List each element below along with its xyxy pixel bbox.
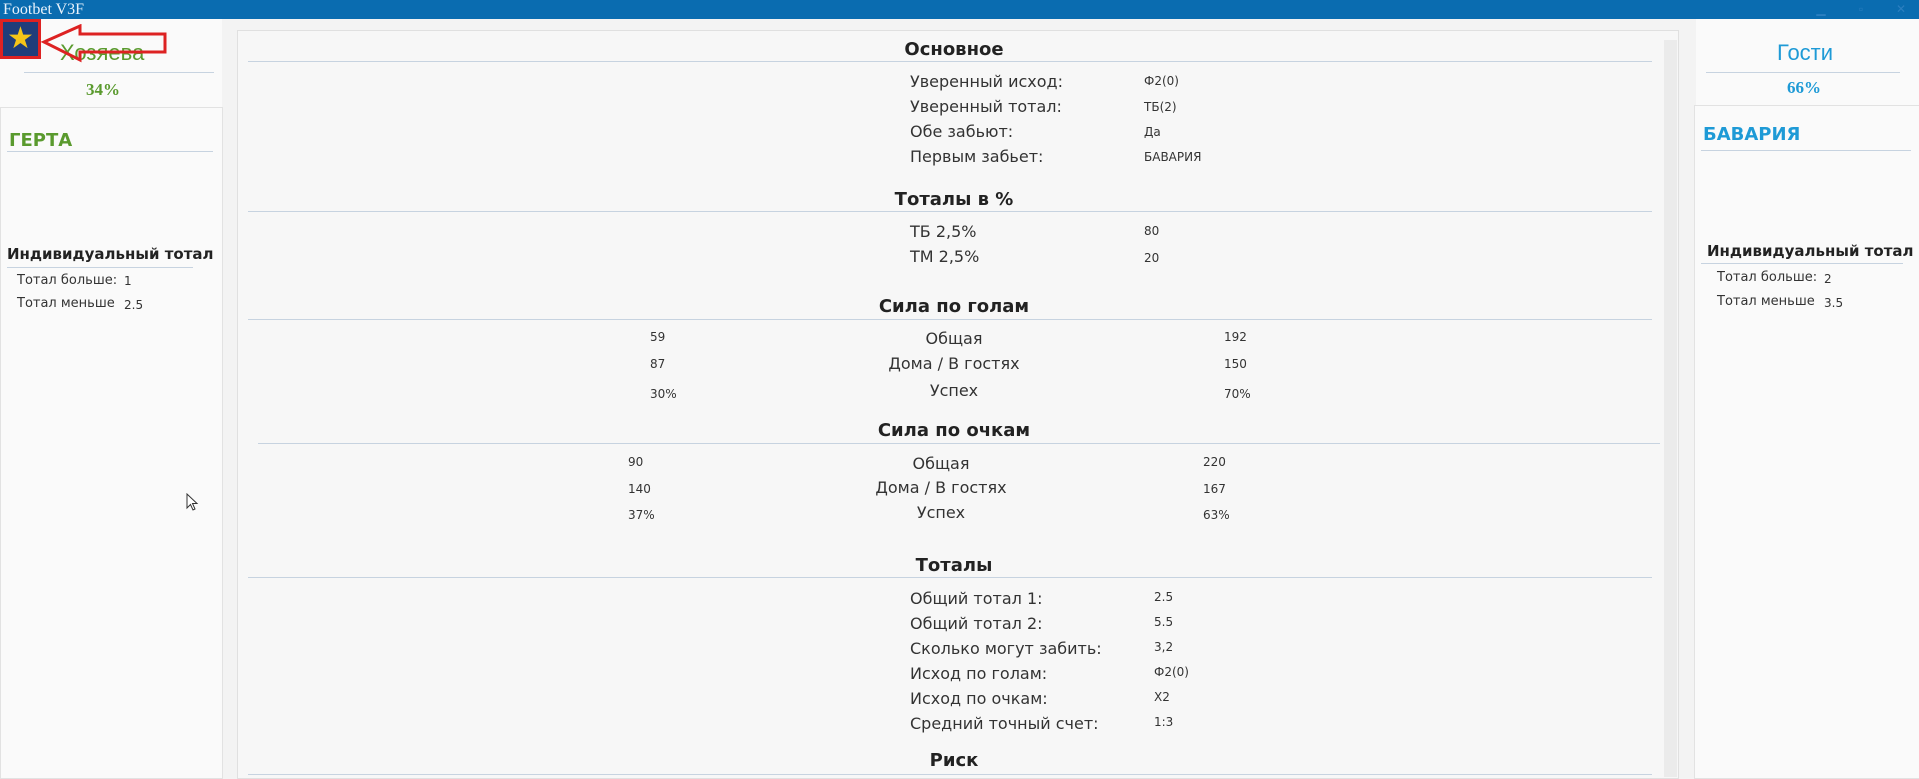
- away-percent: 66%: [1787, 78, 1821, 97]
- points-away-value: 63%: [1203, 508, 1230, 522]
- home-total-over-label: Тотал больше:: [17, 273, 118, 288]
- totals-row-value: 2.5: [1154, 590, 1174, 604]
- totals-row-label: Средний точный счет:: [910, 714, 1099, 733]
- divider: [1706, 72, 1900, 73]
- home-total-under-label: Тотал меньше: [17, 296, 115, 311]
- home-total-over-value: 1: [124, 274, 132, 288]
- home-total-under-value: 2.5: [124, 298, 144, 312]
- window-title: Footbet V3F: [3, 1, 85, 18]
- divider: [24, 72, 214, 73]
- scrollbar[interactable]: [1664, 40, 1677, 777]
- goals-home-value: 59: [650, 330, 666, 344]
- away-total-under-value: 3.5: [1824, 296, 1844, 310]
- points-row-label: Общая: [912, 454, 970, 473]
- star-icon: ★: [7, 22, 34, 55]
- main-row-label: Обе забьют:: [910, 122, 1014, 141]
- section-goals-power-title: Сила по голам: [878, 296, 1030, 317]
- minimize-button[interactable]: ▁: [1808, 0, 1834, 19]
- totals-row-value: Ф2(0): [1154, 665, 1189, 679]
- main-row-label: Первым забьет:: [910, 147, 1044, 166]
- goals-home-value: 30%: [650, 387, 677, 401]
- points-row-label: Успех: [916, 503, 966, 522]
- annotation-arrow: [40, 24, 167, 63]
- totals-row-value: 3,2: [1154, 640, 1174, 654]
- away-total-under-label: Тотал меньше: [1717, 294, 1815, 309]
- totals-row-label: Общий тотал 2:: [910, 614, 1043, 633]
- main-row-value: Да: [1144, 125, 1161, 139]
- goals-away-value: 150: [1224, 357, 1247, 371]
- points-away-value: 167: [1203, 482, 1226, 496]
- totals-pct-label: ТБ 2,5%: [910, 222, 977, 241]
- totals-row-label: Сколько могут забить:: [910, 639, 1102, 658]
- points-home-value: 90: [628, 455, 644, 469]
- main-row-value: Ф2(0): [1144, 74, 1179, 88]
- divider: [7, 267, 193, 268]
- home-percent: 34%: [86, 80, 120, 99]
- totals-pct-label: ТМ 2,5%: [910, 247, 980, 266]
- close-button[interactable]: ✕: [1888, 0, 1914, 19]
- points-home-value: 37%: [628, 508, 655, 522]
- title-bar: Footbet V3F ▁ ▫ ✕: [0, 0, 1919, 19]
- divider: [1701, 150, 1911, 151]
- section-totals-pct-title: Тоталы в %: [894, 189, 1014, 210]
- favorite-button[interactable]: ★: [0, 19, 41, 59]
- goals-away-value: 70%: [1224, 387, 1251, 401]
- divider: [258, 443, 1660, 444]
- divider: [248, 211, 1652, 212]
- totals-row-label: Исход по голам:: [910, 664, 1048, 683]
- away-panel: БАВАРИЯ Индивидуальный тотал Тотал больш…: [1694, 105, 1919, 779]
- goals-home-value: 87: [650, 357, 666, 371]
- divider: [248, 577, 1652, 578]
- goals-row-label: Дома / В гостях: [888, 354, 1020, 373]
- away-total-over-value: 2: [1824, 272, 1832, 286]
- maximize-button[interactable]: ▫: [1848, 0, 1874, 19]
- main-row-label: Уверенный тотал:: [910, 97, 1062, 116]
- away-team-name: БАВАРИЯ: [1703, 124, 1801, 145]
- totals-pct-value: 80: [1144, 224, 1160, 238]
- home-team-name: ГЕРТА: [9, 130, 73, 151]
- divider: [248, 774, 1652, 775]
- points-away-value: 220: [1203, 455, 1226, 469]
- divider: [7, 151, 213, 152]
- totals-row-label: Исход по очкам:: [910, 689, 1048, 708]
- divider: [248, 319, 1652, 320]
- main-row-value: ТБ(2): [1144, 100, 1177, 114]
- totals-pct-value: 20: [1144, 251, 1160, 265]
- away-total-over-label: Тотал больше:: [1717, 270, 1818, 285]
- goals-row-label: Общая: [925, 329, 983, 348]
- totals-row-value: 1:3: [1154, 715, 1174, 729]
- main-row-label: Уверенный исход:: [910, 72, 1063, 91]
- goals-away-value: 192: [1224, 330, 1247, 344]
- totals-row-value: Х2: [1154, 690, 1170, 704]
- section-risk-title: Риск: [929, 750, 979, 771]
- section-points-power-title: Сила по очкам: [877, 420, 1031, 441]
- points-row-label: Дома / В гостях: [875, 478, 1007, 497]
- goals-row-label: Успех: [929, 381, 979, 400]
- home-indiv-total-title: Индивидуальный тотал: [7, 245, 214, 263]
- section-totals-title: Тоталы: [915, 555, 993, 576]
- away-indiv-total-title: Индивидуальный тотал: [1707, 242, 1914, 260]
- main-row-value: БАВАРИЯ: [1144, 150, 1202, 164]
- home-panel: ГЕРТА Индивидуальный тотал Тотал больше:…: [0, 107, 223, 779]
- away-label: Гости: [1777, 40, 1834, 65]
- divider: [248, 61, 1652, 62]
- section-main-title: Основное: [904, 39, 1004, 60]
- points-home-value: 140: [628, 482, 651, 496]
- totals-row-value: 5.5: [1154, 615, 1174, 629]
- mouse-pointer-icon: [186, 493, 199, 511]
- totals-row-label: Общий тотал 1:: [910, 589, 1043, 608]
- divider: [1701, 263, 1903, 264]
